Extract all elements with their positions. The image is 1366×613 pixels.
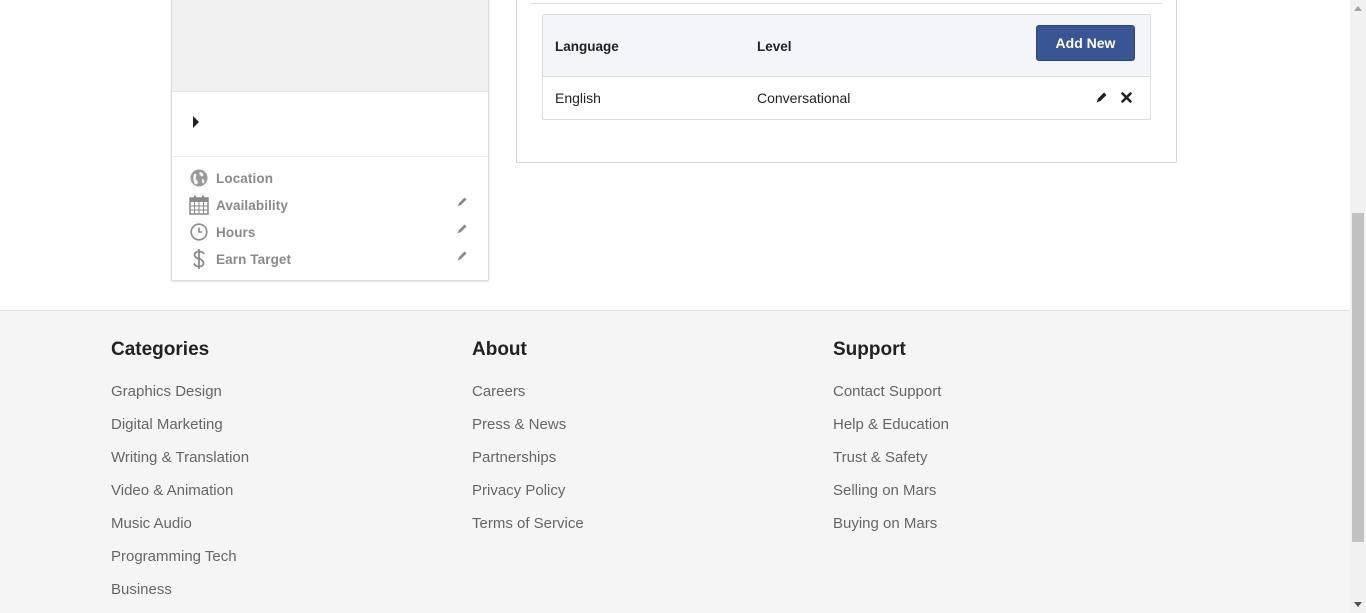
footer-link[interactable]: Programming Tech [111,548,237,565]
dollar-icon [188,248,210,270]
footer-link[interactable]: Writing & Translation [111,449,249,466]
level-cell: Conversational [757,90,851,106]
table-row: English Conversational [543,77,1150,119]
site-footer: Categories Graphics Design Digital Marke… [0,310,1350,613]
detail-location: Location [188,166,478,190]
footer-link[interactable]: Terms of Service [472,515,584,532]
footer-link[interactable]: Video & Animation [111,482,233,499]
footer-link[interactable]: Press & News [472,416,566,433]
detail-availability: Availability [188,193,478,217]
detail-label: Hours [216,224,256,240]
globe-icon [188,167,210,189]
footer-link[interactable]: Contact Support [833,383,941,400]
languages-panel: Language Level Add New English Conversat… [516,0,1177,163]
scroll-up-arrow-icon[interactable] [1350,0,1366,17]
footer-link[interactable]: Digital Marketing [111,416,223,433]
clock-icon [188,221,210,243]
edit-earn-target-icon[interactable] [456,249,468,261]
profile-card: Location Availability Hours Earn Target [171,0,489,281]
edit-hours-icon[interactable] [456,222,468,234]
scrollbar-thumb[interactable] [1352,213,1364,542]
edit-availability-icon[interactable] [456,195,468,207]
detail-label: Earn Target [216,251,292,267]
language-cell: English [555,90,601,106]
vertical-scrollbar[interactable] [1350,0,1366,613]
footer-link[interactable]: Careers [472,383,525,400]
add-language-button[interactable]: Add New [1036,25,1135,61]
footer-link[interactable]: Selling on Mars [833,482,936,499]
footer-link[interactable]: Buying on Mars [833,515,937,532]
detail-earn-target: Earn Target [188,247,478,271]
footer-link[interactable]: Music Audio [111,515,192,532]
video-controls [172,92,488,157]
scroll-down-arrow-icon[interactable] [1350,596,1366,613]
footer-heading: About [472,339,527,360]
languages-table: Language Level Add New English Conversat… [542,14,1151,120]
detail-label: Location [216,170,274,186]
column-header-level: Level [757,39,792,54]
edit-language-icon[interactable] [1095,91,1108,104]
intro-video-placeholder[interactable] [172,0,488,92]
calendar-icon [188,194,210,216]
table-header: Language Level Add New [543,15,1150,77]
footer-link[interactable]: Business [111,581,172,598]
footer-link[interactable]: Partnerships [472,449,556,466]
footer-heading: Support [833,339,906,360]
footer-link[interactable]: Graphics Design [111,383,222,400]
detail-label: Availability [216,197,288,213]
footer-heading: Categories [111,339,210,360]
footer-link[interactable]: Trust & Safety [833,449,927,466]
main-content: Location Availability Hours Earn Target … [0,0,1350,310]
detail-hours: Hours [188,220,478,244]
divider [531,3,1162,4]
footer-link[interactable]: Privacy Policy [472,482,565,499]
column-header-language: Language [555,39,619,54]
play-icon[interactable] [192,116,204,130]
footer-link[interactable]: Help & Education [833,416,949,433]
delete-language-icon[interactable] [1120,91,1133,104]
